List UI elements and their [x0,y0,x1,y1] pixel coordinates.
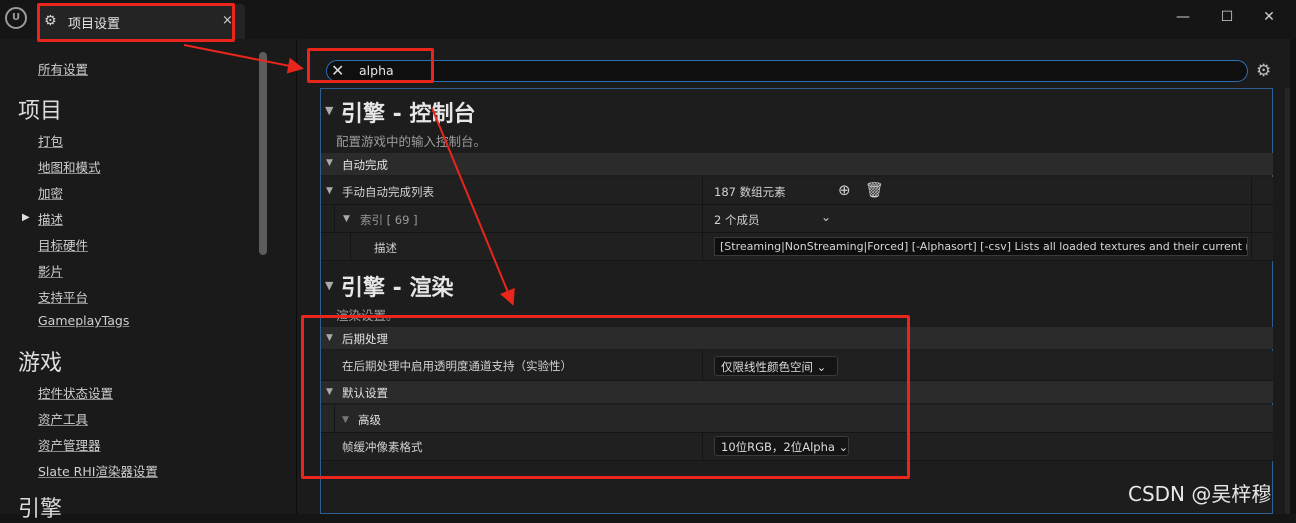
annotation-arrow-2 [431,107,515,306]
annotation-arrow-1 [183,44,304,74]
annotation-arrows [183,44,515,306]
watermark: CSDN @吴梓穆 [1128,482,1272,506]
